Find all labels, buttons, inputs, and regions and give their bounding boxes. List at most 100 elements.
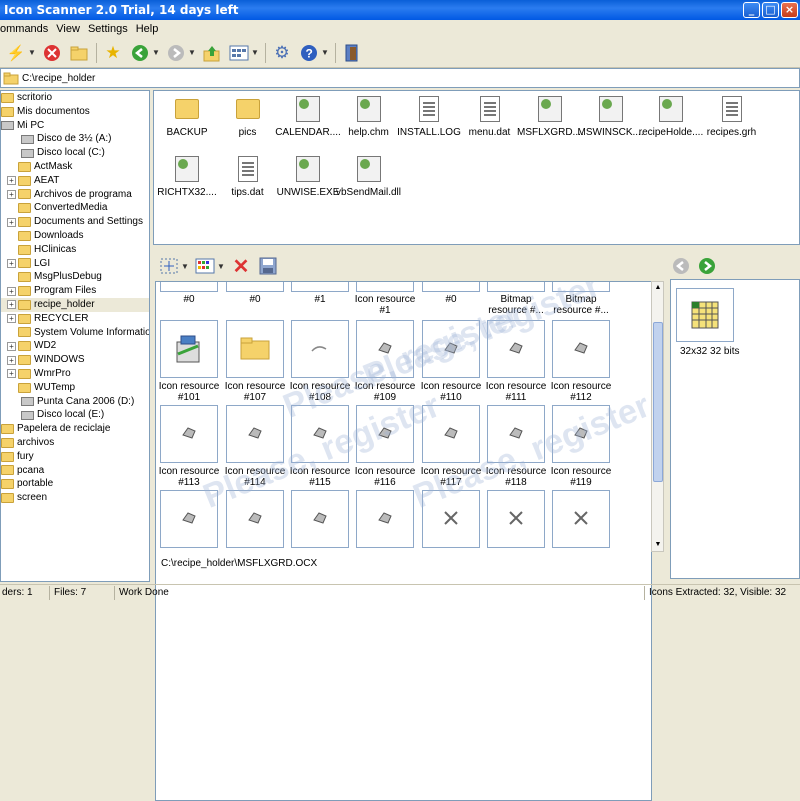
expand-plus-icon[interactable]: + [7,176,16,186]
tree-node[interactable]: screen [1,491,149,505]
tree-node[interactable]: Mis documentos [1,105,149,119]
chevron-down-icon[interactable]: ▼ [217,262,225,271]
tree-node[interactable]: + Documents and Settings [1,215,149,229]
preview-icon-cell[interactable] [676,288,734,342]
resource-cell[interactable] [160,405,218,463]
chevron-down-icon[interactable]: ▼ [152,48,160,57]
tree-node[interactable]: Disco local (C:) [1,146,149,160]
tree-node[interactable]: + AEAT [1,174,149,188]
tree-node[interactable]: Mi PC [1,119,149,133]
tree-node[interactable]: Disco de 3½ (A:) [1,132,149,146]
expand-plus-icon[interactable]: + [7,217,16,227]
resource-cell[interactable] [487,320,545,378]
file-list-pane[interactable]: BACKUP pics CALENDAR.... help.chm INSTALL.LO… [153,90,800,245]
resource-cell[interactable] [422,405,480,463]
chevron-down-icon[interactable]: ▼ [28,48,36,57]
resource-cell[interactable] [160,320,218,378]
expand-plus-icon[interactable]: + [7,300,16,310]
resource-cell[interactable] [226,282,284,292]
resource-cell[interactable] [356,320,414,378]
tree-node[interactable]: scritorio [1,91,149,105]
resource-cell[interactable] [226,320,284,378]
tree-node[interactable]: HClinicas [1,243,149,257]
file-item[interactable]: UNWISE.EXE [275,155,341,198]
minimize-button[interactable]: _ [743,2,760,18]
resource-cell[interactable] [226,490,284,548]
file-item[interactable]: MSWINSCK.... [578,95,644,138]
file-item[interactable]: CALENDAR.... [275,95,341,138]
resource-cell[interactable] [552,320,610,378]
resource-cell[interactable] [356,405,414,463]
resource-cell[interactable] [160,282,218,292]
save-disk-icon[interactable] [257,255,279,277]
maximize-button[interactable]: □ [762,2,779,18]
tree-node[interactable]: Papelera de reciclaje [1,422,149,436]
chevron-down-icon[interactable]: ▼ [321,48,329,57]
tree-node[interactable]: pcana [1,464,149,478]
tree-node[interactable]: Downloads [1,229,149,243]
tree-node[interactable]: + WD2 [1,339,149,353]
select-area-icon[interactable] [158,255,180,277]
icon-resource-grid[interactable]: #0 #0 #1 Icon resource #1 #0 Bitmap resource … [155,281,652,801]
resource-cell[interactable] [422,490,480,548]
preview-forward-icon[interactable] [698,257,716,278]
chevron-down-icon[interactable]: ▼ [181,262,189,271]
resource-cell[interactable] [552,282,610,292]
chevron-down-icon[interactable]: ▼ [188,48,196,57]
tree-node[interactable]: + RECYCLER [1,312,149,326]
file-item[interactable]: RICHTX32.... [154,155,220,198]
open-folder-icon[interactable] [68,42,90,64]
scan-wand-icon[interactable]: ⚡ [5,42,27,64]
tree-node[interactable]: + WINDOWS [1,353,149,367]
resource-cell[interactable] [422,320,480,378]
file-item[interactable]: BACKUP [154,95,220,138]
resource-cell[interactable] [226,405,284,463]
tree-node[interactable]: + Archivos de programa [1,188,149,202]
menu-help[interactable]: Help [136,23,165,35]
settings-gear-icon[interactable]: ⚙ [271,42,293,64]
tree-node[interactable]: ConvertedMedia [1,201,149,215]
resource-cell[interactable] [291,282,349,292]
resource-cell[interactable] [552,405,610,463]
stop-icon[interactable] [41,42,63,64]
back-arrow-icon[interactable] [129,42,151,64]
menu-settings[interactable]: Settings [88,23,134,35]
tree-node[interactable]: + WmrPro [1,367,149,381]
file-item[interactable]: MSFLXGRD.... [517,95,584,138]
delete-x-icon[interactable]: ✕ [230,255,252,278]
file-item[interactable]: pics [215,95,281,138]
file-item[interactable]: INSTALL.LOG [396,95,462,138]
tree-node[interactable]: Disco local (E:) [1,408,149,422]
resource-cell[interactable] [356,282,414,292]
tree-node[interactable]: + Program Files [1,284,149,298]
expand-plus-icon[interactable]: + [7,258,16,268]
resource-cell[interactable] [487,405,545,463]
resource-cell[interactable] [291,405,349,463]
resource-scrollbar[interactable]: ▲ ▼ [651,281,664,552]
folder-tree[interactable]: scritorio Mis documentos Mi PC Disco de 3½ … [0,90,150,582]
resource-cell[interactable] [291,490,349,548]
resource-cell[interactable] [356,490,414,548]
close-window-button[interactable]: × [781,2,798,18]
up-folder-icon[interactable] [201,42,223,64]
file-item[interactable]: tips.dat [215,155,281,198]
exit-door-icon[interactable] [341,42,363,64]
tree-node[interactable]: ActMask [1,160,149,174]
resource-cell[interactable] [160,490,218,548]
file-item[interactable]: help.chm [336,95,402,138]
expand-plus-icon[interactable]: + [7,341,16,351]
tree-node[interactable]: MsgPlusDebug [1,270,149,284]
preview-back-icon[interactable] [672,257,690,278]
resource-cell[interactable] [552,490,610,548]
scroll-down-icon[interactable]: ▼ [653,540,663,550]
tree-node[interactable]: Punta Cana 2006 (D:) [1,395,149,409]
expand-plus-icon[interactable]: + [7,369,16,379]
menu-view[interactable]: View [56,23,86,35]
file-item[interactable]: recipes.grh [699,95,765,138]
expand-plus-icon[interactable]: + [7,314,16,324]
tree-node[interactable]: WUTemp [1,381,149,395]
menu-commands[interactable]: ommands [0,23,54,35]
scroll-up-icon[interactable]: ▲ [653,283,663,293]
forward-arrow-icon[interactable] [165,42,187,64]
view-mode-icon[interactable] [228,42,250,64]
